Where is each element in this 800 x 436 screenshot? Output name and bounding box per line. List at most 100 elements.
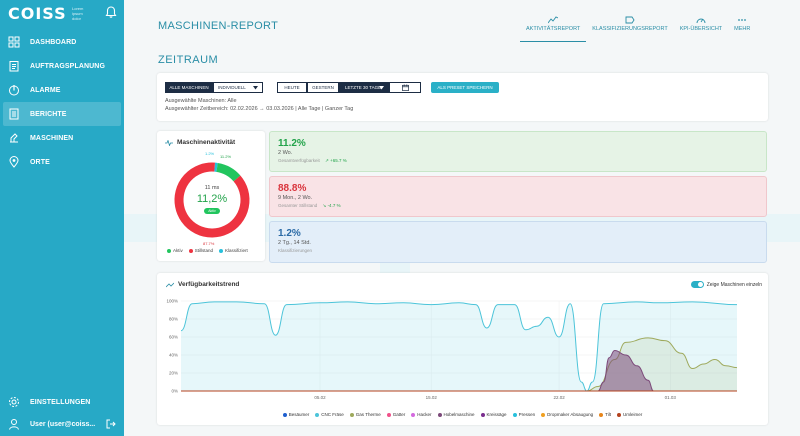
- tab-mehr[interactable]: MEHR: [728, 14, 756, 42]
- legend-label: Umleimer: [622, 412, 643, 417]
- activity-icon: [548, 16, 559, 24]
- tab-label: AKTIVITÄTSREPORT: [526, 26, 581, 32]
- sidebar-item-label: BERICHTE: [30, 110, 67, 118]
- activity-card: Maschinenaktivität 11 ms 11,2% Aktiv 1.2…: [157, 131, 265, 261]
- legend-item-klassifiziert: Klassifiziert: [219, 248, 248, 253]
- trend-title-row: Verfügbarkeitstrend: [166, 281, 239, 288]
- tab-kpi-uebersicht[interactable]: KPI-ÜBERSICHT: [674, 14, 728, 42]
- user-label: User (user@coiss...: [30, 420, 96, 428]
- report-tabs: AKTIVITÄTSREPORT KLASSIFIZIERUNGSREPORT …: [520, 14, 756, 42]
- save-preset-button[interactable]: ALS PRESET SPEICHERN: [431, 82, 499, 93]
- classification-value: 1.2%: [278, 228, 301, 239]
- logo-row: COISS Lorem ipsum dolor: [8, 4, 120, 23]
- availability-label: Gesamtverfügbarkeit: [278, 158, 320, 163]
- sidebar-item-einstellungen[interactable]: EINSTELLUNGEN: [0, 390, 124, 414]
- tab-aktivitaetsreport[interactable]: AKTIVITÄTSREPORT: [520, 14, 587, 42]
- activity-title: Maschinenaktivität: [177, 139, 236, 146]
- selected-machines-text: Ausgewählte Maschinen: Alle: [165, 98, 237, 104]
- show-machines-toggle[interactable]: [690, 281, 704, 288]
- yesterday-button[interactable]: GESTERN: [307, 82, 339, 93]
- today-button[interactable]: HEUTE: [277, 82, 307, 93]
- downtime-card: 88.8% 9 Mon., 2 Wo. Gesamter Stillstand …: [269, 176, 767, 217]
- chevron-down-icon: [253, 86, 258, 90]
- legend-dot: [349, 412, 354, 417]
- legend-item[interactable]: Tilt: [599, 412, 611, 417]
- calendar-button[interactable]: [389, 82, 421, 93]
- sidebar-item-auftragsplanung[interactable]: AUFTRAGSPLANUNG: [0, 54, 124, 78]
- donut-label-right: 11.2%: [220, 154, 232, 159]
- tab-label: MEHR: [734, 26, 751, 32]
- tab-klassifizierungsreport[interactable]: KLASSIFIZIERUNGSREPORT: [586, 14, 673, 42]
- legend-label: Gas Therme: [355, 412, 381, 417]
- location-icon: [9, 156, 19, 168]
- logo-subtitle: Lorem ipsum dolor: [72, 6, 84, 21]
- gear-icon: [9, 397, 19, 407]
- legend-label: Dropmaker Absaugung: [547, 412, 594, 417]
- sidebar-item-berichte[interactable]: BERICHTE: [3, 102, 121, 126]
- report-icon: [9, 108, 19, 120]
- downtime-trend: ↘ -4.7 %: [322, 203, 341, 208]
- sidebar-item-maschinen[interactable]: MASCHINEN: [0, 126, 124, 150]
- sidebar-item-label: EINSTELLUNGEN: [30, 398, 91, 406]
- section-title: ZEITRAUM: [158, 54, 219, 66]
- logo[interactable]: COISS: [8, 4, 67, 23]
- legend-item[interactable]: Kreissäge: [480, 412, 507, 417]
- donut-center-percent: 11,2%: [196, 193, 228, 205]
- sidebar-nav: DASHBOARD AUFTRAGSPLANUNG ALARME BERICHT…: [0, 30, 124, 174]
- calendar-icon: [401, 84, 409, 91]
- more-icon: [738, 19, 747, 21]
- downtime-label-row: Gesamter Stillstand ↘ -4.7 %: [278, 203, 341, 209]
- x-tick-label: 01.03: [665, 395, 677, 400]
- y-tick-label: 60%: [169, 335, 178, 340]
- downtime-label: Gesamter Stillstand: [278, 203, 318, 208]
- legend-item[interactable]: Dropmaker Absaugung: [541, 412, 593, 417]
- availability-duration: 2 Wo.: [278, 150, 293, 156]
- downtime-duration: 9 Mon., 2 Wo.: [278, 195, 313, 201]
- clipboard-icon: [9, 61, 19, 72]
- legend-item[interactable]: Gas Therme: [349, 412, 381, 417]
- legend-dot: [411, 412, 416, 417]
- trend-icon: [166, 282, 174, 287]
- individual-label: INDIVIDUELL: [218, 85, 246, 90]
- trend-legend: Besäumer CNC Fräse Gas Therme Gatter Hacker H…: [157, 412, 768, 417]
- legend-dot: [616, 412, 621, 417]
- donut-label-bottom: 87.7%: [203, 241, 215, 246]
- availability-trend: ↗ +65.7 %: [325, 158, 347, 163]
- dashboard-icon: [8, 36, 20, 48]
- donut-active-badge: Aktiv: [204, 208, 220, 214]
- activity-title-row: Maschinenaktivität: [165, 139, 235, 146]
- alarm-icon: [9, 85, 19, 96]
- sidebar-item-label: DASHBOARD: [30, 38, 77, 46]
- y-tick-label: 100%: [166, 299, 178, 304]
- chevron-down-icon: [379, 86, 384, 90]
- toggle-label: Zeige Maschinen einzeln: [706, 281, 762, 288]
- sidebar-item-alarme[interactable]: ALARME: [0, 78, 124, 102]
- legend-item[interactable]: Pressen: [512, 412, 535, 417]
- classification-card: 1.2% 2 Tg., 14 Std. Klassifizierungen: [269, 221, 767, 263]
- legend-item[interactable]: Umleimer: [616, 412, 643, 417]
- legend-label: Kreissäge: [486, 412, 507, 417]
- sidebar-item-orte[interactable]: ORTE: [0, 150, 124, 174]
- sidebar-item-dashboard[interactable]: DASHBOARD: [0, 30, 124, 54]
- legend-item[interactable]: Gatter: [386, 412, 406, 417]
- tab-label: KLASSIFIZIERUNGSREPORT: [592, 26, 668, 32]
- availability-card: 11.2% 2 Wo. Gesamtverfügbarkeit ↗ +65.7 …: [269, 131, 767, 172]
- legend-item[interactable]: Besäumer: [282, 412, 309, 417]
- legend-item[interactable]: Hacker: [411, 412, 432, 417]
- tab-label: KPI-ÜBERSICHT: [679, 26, 723, 32]
- sidebar: COISS Lorem ipsum dolor DASHBOARD AUFTRA…: [0, 0, 124, 436]
- logout-icon[interactable]: [106, 419, 116, 429]
- all-machines-button[interactable]: ALLE MASCHINEN: [165, 82, 213, 93]
- user-row[interactable]: User (user@coiss...: [0, 416, 124, 432]
- show-machines-toggle-row: Zeige Maschinen einzeln: [690, 281, 762, 288]
- bell-icon[interactable]: [104, 5, 118, 19]
- individual-dropdown[interactable]: INDIVIDUELL: [213, 82, 263, 93]
- tag-icon: [625, 16, 635, 24]
- legend-item[interactable]: CNC Fräse: [315, 412, 344, 417]
- selected-range-text: Ausgewählter Zeitbereich: 02.02.2026 → 0…: [165, 106, 354, 112]
- sidebar-item-label: AUFTRAGSPLANUNG: [30, 62, 105, 70]
- legend-dot: [512, 412, 517, 417]
- legend-label: Gatter: [392, 412, 406, 417]
- legend-item[interactable]: Hobelmaschine: [437, 412, 475, 417]
- last-days-dropdown[interactable]: LETZTE 30 TAGE: [339, 82, 389, 93]
